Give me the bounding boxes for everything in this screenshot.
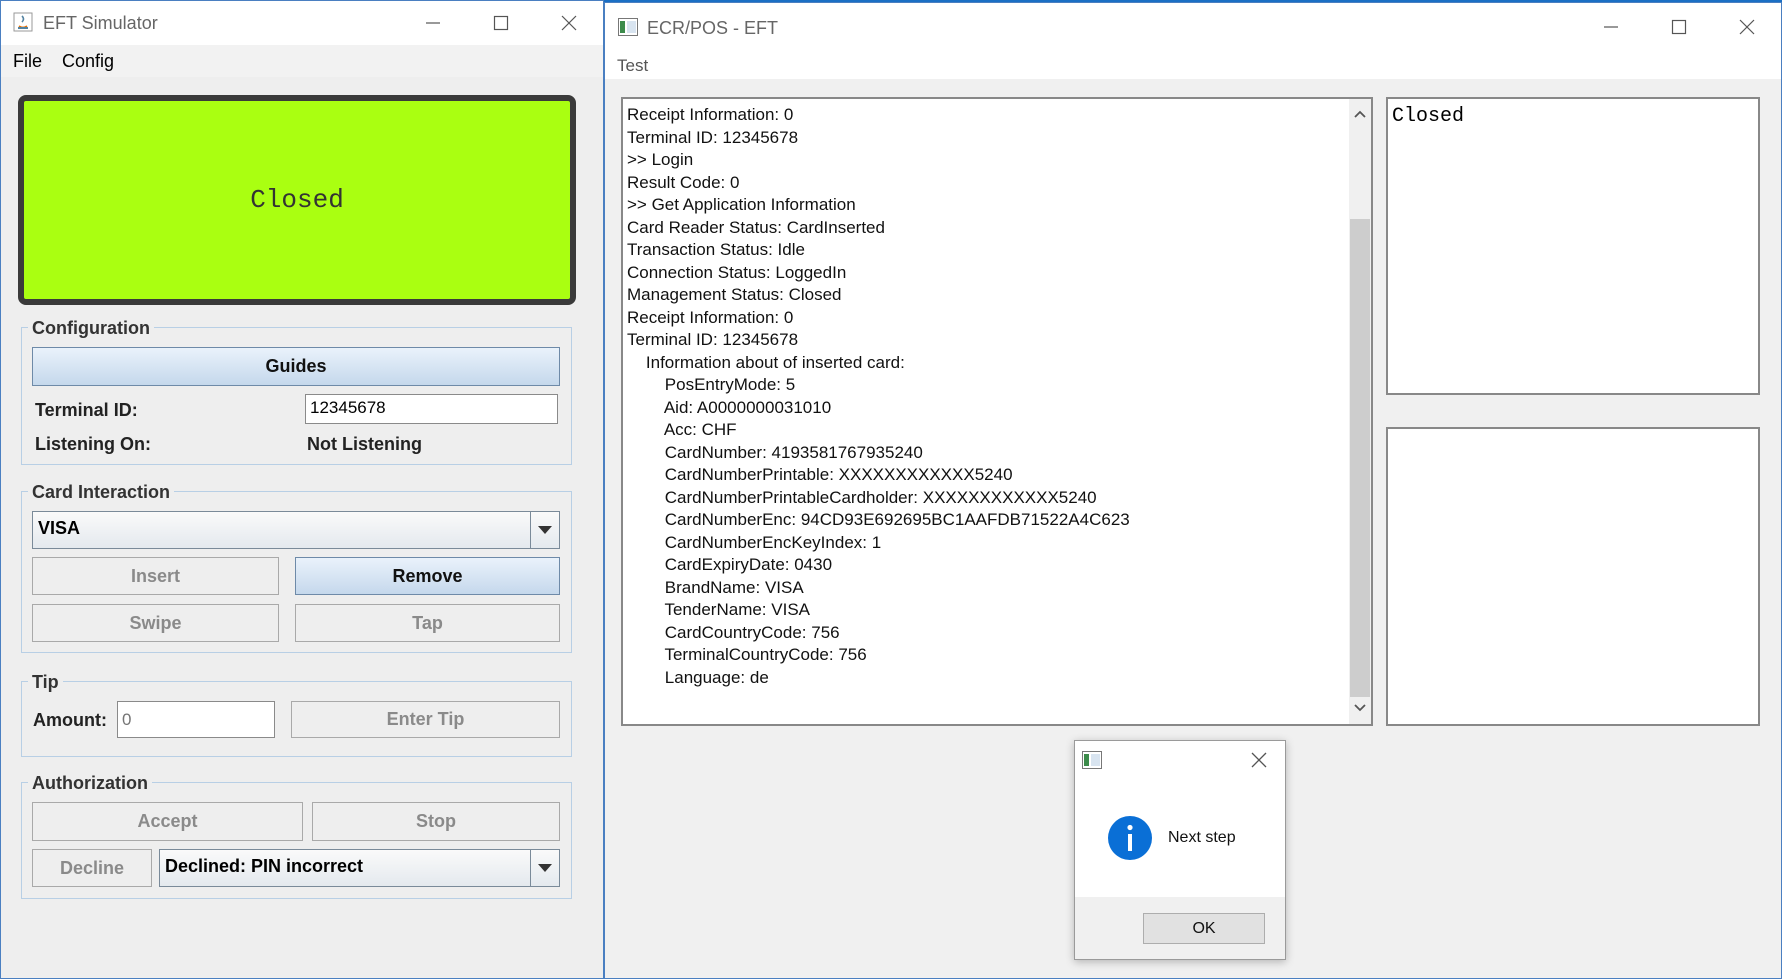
tip-amount-input[interactable] (117, 701, 275, 738)
log-line: Aid: A0000000031010 (627, 397, 832, 417)
terminal-id-input[interactable]: 12345678 (305, 394, 558, 424)
log-line: Connection Status: LoggedIn (627, 262, 847, 282)
ecr-window-title: ECR/POS - EFT (647, 18, 779, 38)
log-line: Management Status: Closed (627, 285, 842, 304)
message-dialog: Next step OK (1074, 740, 1286, 960)
terminal-id-label: Terminal ID: (35, 400, 138, 420)
eft-simulator-window: EFT Simulator File Config Closed Configu… (0, 0, 604, 979)
decline-button[interactable]: Decline (32, 849, 152, 887)
accept-button[interactable]: Accept (32, 802, 303, 841)
ecr-close-button[interactable] (1713, 3, 1781, 51)
ecr-menu-bar: Test (605, 51, 1781, 79)
swipe-button[interactable]: Swipe (32, 604, 279, 642)
stop-button[interactable]: Stop (312, 802, 560, 841)
log-line: >> Get Application Information (627, 195, 856, 214)
log-line: CardNumberEnc: 94CD93E692695BC1AAFDB7152… (627, 510, 1130, 529)
log-line: TerminalCountryCode: 756 (627, 645, 867, 664)
log-line: Receipt Information: 0 (627, 105, 794, 124)
maximize-icon (493, 15, 509, 31)
log-text-area[interactable]: Receipt Information: 0 Terminal ID: 12345… (621, 97, 1373, 726)
java-app-icon (13, 12, 33, 32)
log-line: CardNumberPrintable: XXXXXXXXXXXX5240 (627, 465, 1013, 484)
scroll-up-icon[interactable] (1354, 105, 1366, 123)
menu-test[interactable]: Test (617, 56, 648, 76)
log-line: Information about of inserted card: (627, 352, 905, 372)
log-line: TenderName: VISA (627, 600, 810, 619)
log-line: Terminal ID: 12345678 (627, 330, 799, 349)
enter-tip-button[interactable]: Enter Tip (291, 701, 560, 738)
tip-legend: Tip (28, 672, 63, 693)
listening-on-value: Not Listening (307, 434, 422, 454)
card-type-select[interactable]: VISA (32, 511, 560, 549)
chevron-down-icon (530, 850, 559, 886)
minimize-icon (426, 22, 440, 24)
decline-reason-select[interactable]: Declined: PIN incorrect (159, 849, 560, 887)
log-line: Transaction Status: Idle (627, 240, 805, 259)
ecr-maximize-button[interactable] (1645, 3, 1713, 51)
card-interaction-legend: Card Interaction (28, 482, 175, 503)
close-icon (1739, 19, 1755, 35)
ecr-display-bottom (1386, 427, 1760, 726)
scroll-down-icon[interactable] (1354, 699, 1366, 717)
ecr-display-text: Closed (1392, 105, 1465, 128)
authorization-legend: Authorization (28, 773, 152, 794)
dialog-ok-button[interactable]: OK (1143, 913, 1265, 944)
scrollbar-thumb[interactable] (1350, 219, 1370, 697)
log-line: Terminal ID: 12345678 (627, 127, 799, 147)
log-line: >> Login (627, 150, 694, 169)
eft-minimize-button[interactable] (399, 1, 467, 45)
log-scrollbar[interactable] (1349, 99, 1371, 724)
card-type-value: VISA (38, 518, 81, 538)
listening-on-label: Listening On: (35, 434, 151, 454)
insert-button[interactable]: Insert (32, 557, 279, 595)
eft-window-title: EFT Simulator (43, 13, 158, 33)
log-line: CardNumberEncKeyIndex: 1 (627, 532, 882, 552)
eft-close-button[interactable] (535, 1, 603, 45)
log-line: Acc: CHF (627, 420, 737, 439)
log-line: Receipt Information: 0 (627, 307, 794, 327)
info-icon (1107, 815, 1153, 866)
log-line: BrandName: VISA (627, 577, 804, 597)
maximize-icon (1671, 19, 1687, 35)
app-window-icon (618, 18, 638, 41)
terminal-display: Closed (18, 95, 576, 305)
log-line: Card Reader Status: CardInserted (627, 217, 885, 237)
close-icon (561, 15, 577, 31)
ecr-title-bar[interactable]: ECR/POS - EFT (605, 3, 1781, 51)
ecr-display-top: Closed (1386, 97, 1760, 395)
log-line: CardNumber: 4193581767935240 (627, 442, 923, 462)
log-lines: Receipt Information: 0 Terminal ID: 12345… (627, 104, 1130, 689)
tip-amount-label: Amount: (33, 710, 107, 730)
eft-title-bar[interactable]: EFT Simulator (1, 1, 603, 45)
log-line: PosEntryMode: 5 (627, 375, 796, 394)
log-line: Language: de (627, 667, 769, 687)
ecr-minimize-button[interactable] (1577, 3, 1645, 51)
menu-config[interactable]: Config (62, 51, 114, 72)
guides-button[interactable]: Guides (32, 347, 560, 386)
dialog-close-icon[interactable] (1251, 752, 1267, 773)
app-window-icon (1081, 751, 1103, 774)
decline-reason-value: Declined: PIN incorrect (165, 856, 364, 876)
menu-file[interactable]: File (13, 51, 42, 72)
eft-maximize-button[interactable] (467, 1, 535, 45)
log-line: CardCountryCode: 756 (627, 622, 840, 642)
chevron-down-icon (530, 512, 559, 548)
log-line: CardNumberPrintableCardholder: XXXXXXXXX… (627, 487, 1097, 507)
dialog-message: Next step (1168, 829, 1236, 846)
tap-button[interactable]: Tap (295, 604, 560, 642)
eft-menu-bar: File Config (1, 45, 603, 77)
remove-button[interactable]: Remove (295, 557, 560, 595)
log-line: Result Code: 0 (627, 172, 740, 192)
configuration-legend: Configuration (28, 318, 154, 339)
minimize-icon (1604, 26, 1618, 28)
log-line: CardExpiryDate: 0430 (627, 555, 833, 574)
terminal-display-text: Closed (250, 185, 344, 215)
